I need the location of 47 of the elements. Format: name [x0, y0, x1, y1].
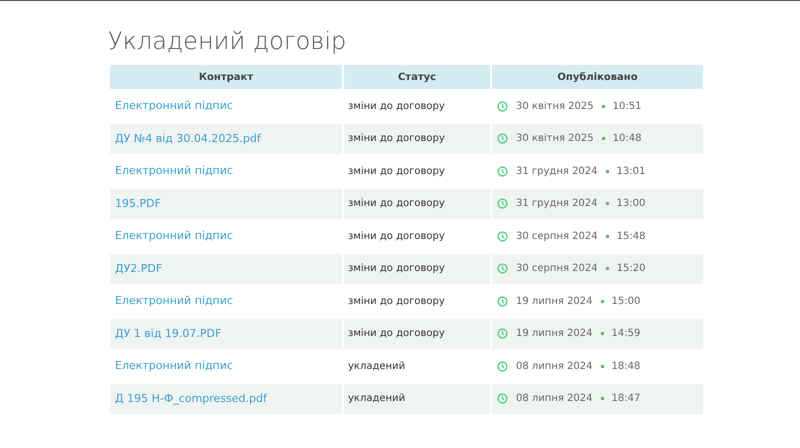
publish-date: 30 серпня 2024 — [516, 262, 598, 276]
file-link[interactable]: ДУ2.PDF — [115, 262, 162, 274]
publish-date: 30 квітня 2025 — [516, 100, 594, 114]
publish-date: 30 серпня 2024 — [516, 230, 598, 244]
publish-time: 13:00 — [616, 197, 646, 212]
clock-icon — [497, 328, 508, 340]
status-cell: зміни до договору — [344, 254, 490, 284]
file-link[interactable]: ДУ 1 від 19.07.PDF — [115, 326, 222, 340]
clock-icon — [497, 393, 508, 404]
publish-time: 15:48 — [616, 230, 646, 244]
status-cell: зміни до договору — [344, 318, 490, 349]
file-link[interactable]: Електронний підпис — [115, 294, 233, 307]
publish-time: 18:47 — [612, 392, 640, 406]
publish-date: 31 грудня 2024 — [516, 164, 598, 179]
page-title: Укладений договір — [108, 26, 348, 57]
status-cell: зміни до договору — [344, 188, 490, 219]
publish-date: 08 липня 2024 — [516, 360, 593, 374]
clock-icon — [497, 198, 508, 210]
status-cell: зміни до договору — [344, 124, 490, 154]
publish-date: 19 липня 2024 — [516, 327, 593, 342]
column-header: Контракт — [110, 65, 342, 89]
publish-date: 19 липня 2024 — [516, 294, 593, 309]
publish-date: 30 квітня 2025 — [516, 132, 594, 146]
column-header: Опубліковано — [492, 65, 703, 89]
file-link[interactable]: Електронний підпис — [115, 359, 233, 372]
publish-time: 10:48 — [612, 132, 642, 146]
publish-date: 08 липня 2024 — [516, 392, 593, 406]
status-cell: укладений — [344, 384, 490, 414]
publish-date: 31 грудня 2024 — [516, 197, 598, 212]
publish-time: 18:48 — [612, 360, 640, 374]
clock-icon — [497, 296, 508, 307]
publish-time: 15:00 — [612, 294, 640, 309]
clock-icon — [497, 100, 508, 112]
clock-icon — [497, 360, 508, 372]
file-link[interactable]: Електронний підпис — [115, 229, 233, 242]
publish-time: 13:01 — [616, 164, 646, 179]
publish-time: 15:20 — [616, 262, 646, 276]
clock-icon — [497, 133, 508, 144]
file-link[interactable]: Електронний підпис — [115, 99, 233, 112]
clock-icon — [497, 230, 508, 242]
file-link[interactable]: 195.PDF — [115, 196, 161, 210]
clock-icon — [497, 263, 508, 274]
publish-time: 10:51 — [612, 100, 642, 114]
clock-icon — [497, 166, 508, 177]
publish-time: 14:59 — [612, 327, 640, 342]
column-header: Статус — [344, 65, 490, 89]
file-link[interactable]: Електронний підпис — [115, 164, 233, 177]
